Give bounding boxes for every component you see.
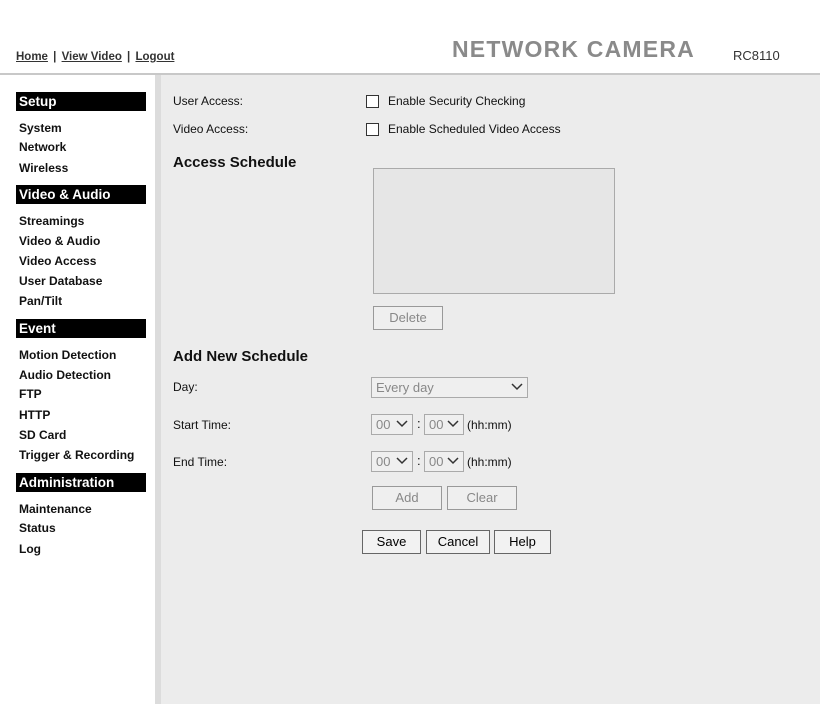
start-minute-select[interactable]: 00 bbox=[424, 414, 464, 435]
chevron-down-icon bbox=[511, 378, 523, 391]
sidebar-item-ftp[interactable]: FTP bbox=[16, 385, 145, 404]
sidebar-item-audio-detection[interactable]: Audio Detection bbox=[16, 366, 145, 385]
scheduled-video-row: Enable Scheduled Video Access bbox=[366, 122, 561, 136]
add-button[interactable]: Add bbox=[372, 486, 442, 510]
section-setup: Setup bbox=[16, 92, 146, 111]
end-minute-select[interactable]: 00 bbox=[424, 451, 464, 472]
sidebar-item-system[interactable]: System bbox=[16, 119, 145, 138]
clear-button[interactable]: Clear bbox=[447, 486, 517, 510]
video-access-label: Video Access: bbox=[173, 122, 249, 136]
scheduled-video-access-label: Enable Scheduled Video Access bbox=[388, 122, 561, 136]
sidebar-item-status[interactable]: Status bbox=[16, 519, 145, 538]
sidebar-item-streamings[interactable]: Streamings bbox=[16, 212, 145, 231]
security-checking-row: Enable Security Checking bbox=[366, 94, 525, 108]
end-minute-value: 00 bbox=[429, 454, 444, 469]
cancel-button[interactable]: Cancel bbox=[426, 530, 490, 554]
access-schedule-title: Access Schedule bbox=[173, 154, 297, 171]
chevron-down-icon bbox=[396, 452, 408, 465]
top-nav: Home | View Video | Logout bbox=[16, 51, 175, 63]
section-administration: Administration bbox=[16, 473, 146, 492]
sidebar: Setup System Network Wireless Video & Au… bbox=[0, 75, 155, 704]
end-hour-value: 00 bbox=[376, 454, 391, 469]
chevron-down-icon bbox=[396, 415, 408, 428]
sidebar-item-maintenance[interactable]: Maintenance bbox=[16, 500, 145, 519]
save-button[interactable]: Save bbox=[362, 530, 421, 554]
delete-button[interactable]: Delete bbox=[373, 306, 443, 330]
end-hour-select[interactable]: 00 bbox=[371, 451, 413, 472]
sidebar-item-video-access[interactable]: Video Access bbox=[16, 252, 145, 271]
day-label: Day: bbox=[173, 380, 198, 394]
day-select-value: Every day bbox=[376, 380, 434, 395]
sidebar-item-pan-tilt[interactable]: Pan/Tilt bbox=[16, 292, 145, 311]
start-time-format-hint: (hh:mm) bbox=[467, 418, 512, 432]
sidebar-item-video-audio[interactable]: Video & Audio bbox=[16, 232, 145, 251]
end-time-label: End Time: bbox=[173, 455, 228, 469]
section-video-audio: Video & Audio bbox=[16, 185, 146, 204]
section-event: Event bbox=[16, 319, 146, 338]
sidebar-item-log[interactable]: Log bbox=[16, 540, 145, 559]
view-video-link[interactable]: View Video bbox=[62, 51, 122, 63]
add-new-schedule-title: Add New Schedule bbox=[173, 348, 309, 365]
sidebar-item-sd-card[interactable]: SD Card bbox=[16, 426, 145, 445]
sidebar-item-network[interactable]: Network bbox=[16, 138, 145, 157]
sidebar-item-user-database[interactable]: User Database bbox=[16, 272, 145, 291]
start-time-colon: : bbox=[417, 416, 421, 431]
sidebar-item-http[interactable]: HTTP bbox=[16, 406, 145, 425]
logout-link[interactable]: Logout bbox=[135, 51, 174, 63]
sidebar-item-trigger-recording[interactable]: Trigger & Recording bbox=[16, 446, 145, 465]
brand-title: NETWORK CAMERA bbox=[452, 36, 695, 62]
page-header: Home | View Video | Logout NETWORK CAMER… bbox=[0, 0, 820, 75]
start-minute-value: 00 bbox=[429, 417, 444, 432]
chevron-down-icon bbox=[447, 415, 459, 428]
day-select[interactable]: Every day bbox=[371, 377, 528, 398]
user-access-label: User Access: bbox=[173, 94, 244, 108]
end-time-format-hint: (hh:mm) bbox=[467, 455, 512, 469]
access-schedule-list[interactable] bbox=[373, 168, 615, 294]
sidebar-item-wireless[interactable]: Wireless bbox=[16, 159, 145, 178]
model-number: RC8110 bbox=[733, 48, 780, 63]
main-panel: User Access: Enable Security Checking Vi… bbox=[161, 75, 820, 704]
start-hour-value: 00 bbox=[376, 417, 391, 432]
help-button[interactable]: Help bbox=[494, 530, 551, 554]
scheduled-video-access-checkbox[interactable] bbox=[366, 122, 379, 136]
end-time-colon: : bbox=[417, 453, 421, 468]
sidebar-item-motion-detection[interactable]: Motion Detection bbox=[16, 346, 145, 365]
start-hour-select[interactable]: 00 bbox=[371, 414, 413, 435]
security-checking-checkbox[interactable] bbox=[366, 94, 379, 108]
security-checking-label: Enable Security Checking bbox=[388, 94, 526, 108]
chevron-down-icon bbox=[447, 452, 459, 465]
start-time-label: Start Time: bbox=[173, 418, 232, 432]
home-link[interactable]: Home bbox=[16, 51, 48, 63]
